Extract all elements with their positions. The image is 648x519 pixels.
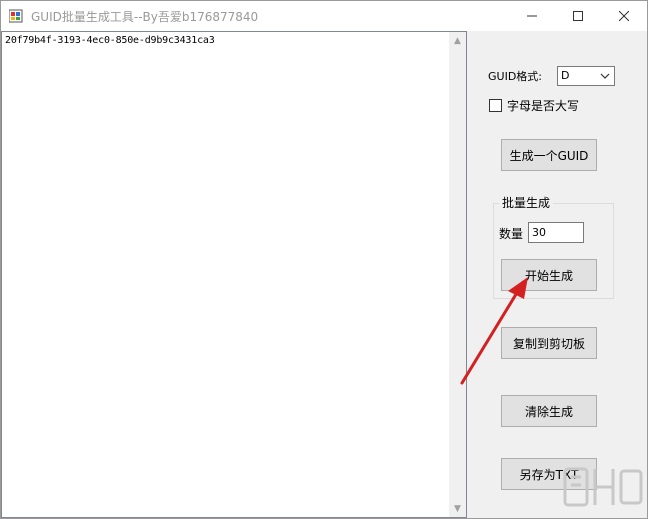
close-icon <box>619 11 629 21</box>
minimize-button[interactable] <box>509 1 555 31</box>
start-generate-button[interactable]: 开始生成 <box>501 259 597 291</box>
maximize-button[interactable] <box>555 1 601 31</box>
app-window: GUID批量生成工具--By吾爱b176877840 20f79b4f-3193… <box>0 0 648 519</box>
vertical-scrollbar[interactable]: ▲ ▼ <box>449 32 466 517</box>
window-title: GUID批量生成工具--By吾爱b176877840 <box>31 10 259 24</box>
save-as-txt-button[interactable]: 另存为TXT <box>501 458 597 490</box>
app-icon <box>9 9 23 23</box>
format-select[interactable]: D <box>557 66 615 86</box>
quantity-input[interactable] <box>529 223 582 241</box>
format-selected-value: D <box>561 69 570 82</box>
guid-output-textarea[interactable]: 20f79b4f-3193-4ec0-850e-d9b9c3431ca3 ▲ ▼ <box>1 31 467 518</box>
scroll-down-icon[interactable]: ▼ <box>449 500 466 517</box>
batch-group-title: 批量生成 <box>499 194 554 211</box>
quantity-input-box[interactable] <box>528 222 584 243</box>
format-label: GUID格式: <box>488 70 542 83</box>
scroll-up-icon[interactable]: ▲ <box>449 32 466 49</box>
minimize-icon <box>527 15 537 17</box>
generate-one-button[interactable]: 生成一个GUID <box>501 139 597 171</box>
clear-button[interactable]: 清除生成 <box>501 395 597 427</box>
uppercase-checkbox[interactable] <box>489 99 502 112</box>
title-bar: GUID批量生成工具--By吾爱b176877840 <box>1 1 647 31</box>
close-button[interactable] <box>601 1 647 31</box>
uppercase-label: 字母是否大写 <box>507 99 580 113</box>
quantity-label: 数量 <box>499 227 524 241</box>
maximize-icon <box>573 11 583 21</box>
guid-output-text: 20f79b4f-3193-4ec0-850e-d9b9c3431ca3 <box>5 35 215 46</box>
chevron-down-icon <box>600 73 610 79</box>
copy-to-clipboard-button[interactable]: 复制到剪切板 <box>501 327 597 359</box>
